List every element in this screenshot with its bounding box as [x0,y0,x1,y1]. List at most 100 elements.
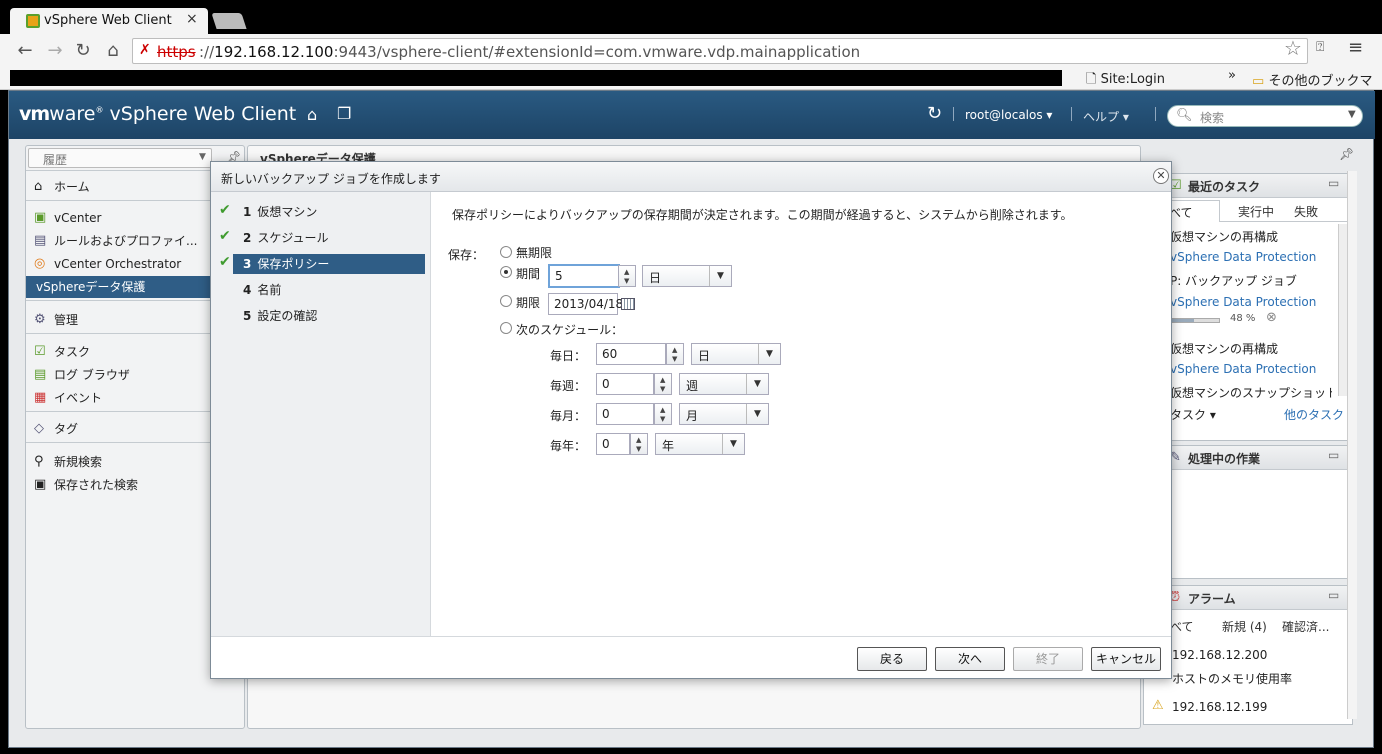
period-value-input[interactable]: 5 [548,264,620,288]
url-text: ://192.168.12.100:9443/vsphere-client/#e… [199,43,860,61]
daily-label: 毎日： [550,349,587,363]
until-label: 期限 [516,296,541,310]
history-dropdown[interactable]: 履歴 ▼ [28,148,212,168]
alarm-tab-new[interactable]: 新規 (4) [1222,618,1267,635]
retention-label: 保存： [448,248,485,262]
url-separator: :// [199,43,215,61]
daily-stepper[interactable]: ▲ ▼ [666,343,684,365]
step-number: 1 [243,205,252,219]
yearly-stepper[interactable]: ▲ ▼ [630,433,648,455]
home-icon[interactable]: ⌂ [307,105,317,124]
wizard-steps: ✔ 1 仮想マシン ✔ 2 スケジュール ✔ 3 保存ポリシー 4 名前 5 設定の確認 [211,192,431,636]
help-menu[interactable]: ヘルプ ▾ [1083,108,1129,125]
more-tasks-link[interactable]: 他のタスク [1284,406,1344,423]
extension-icon[interactable]: ⍰ [1316,39,1324,55]
tab-all[interactable]: べて [1164,200,1220,222]
home-icon[interactable]: ⌂ [102,40,124,62]
period-radio[interactable] [500,266,512,278]
events-icon: ▦ [34,390,47,405]
weekly-stepper[interactable]: ▲ ▼ [654,373,672,395]
step-description: 保存ポリシーによりバックアップの保存期間が決定されます。この期間が経過すると、シ… [452,208,1073,222]
tab-running[interactable]: 実行中 [1238,203,1274,220]
forever-radio[interactable] [500,246,512,258]
back-arrow-icon[interactable]: ← [14,40,36,62]
wizard-step-5[interactable]: 5 設定の確認 [233,306,425,326]
nav-label: イベント [54,391,103,405]
new-tab-button[interactable] [211,13,247,29]
alarm-host[interactable]: 192.168.12.199 [1172,700,1267,714]
tab-failed[interactable]: 失敗 [1294,203,1318,220]
yearly-value-input[interactable]: 0 [596,433,630,455]
bookmarks-overflow[interactable]: » [1228,68,1236,83]
wizard-step-2[interactable]: 2 スケジュール [233,228,425,248]
daily-unit-select[interactable]: 日 ▼ [691,343,781,365]
bookmark-star-icon[interactable]: ☆ [1284,36,1302,60]
weekly-unit-select[interactable]: 週 ▼ [679,373,769,395]
home-icon: ⌂ [34,179,43,194]
pin-icon[interactable]: 📌︎ [1339,147,1354,161]
task-target-link[interactable]: vSphere Data Protection [1170,250,1316,264]
period-unit-select[interactable]: 日 ▼ [642,265,732,287]
wizard-step-1[interactable]: 1 仮想マシン [233,202,425,222]
browser-tab[interactable]: vSphere Web Client × [10,8,208,36]
alarm-tab-all[interactable]: べて [1170,618,1194,635]
step-number: 5 [243,309,252,323]
reload-icon[interactable]: ↻ [72,40,94,62]
task-name: 仮想マシンのスナップショットの作 [1170,386,1332,400]
minimize-icon[interactable]: ▭ [1328,448,1339,462]
panel-header: ⏰︎ アラーム ▭ [1144,586,1352,610]
wizard-step-3[interactable]: 3 保存ポリシー [233,254,425,274]
url-scheme: https [157,43,196,61]
finish-button[interactable]: 終了 [1013,647,1083,671]
wizard-step-4[interactable]: 4 名前 [233,280,425,300]
chevron-down-icon: ▼ [722,434,744,454]
address-bar[interactable]: ✗ https ://192.168.12.100:9443/vsphere-c… [132,38,1308,64]
chevron-down-icon: ▼ [758,344,780,364]
daily-value-input[interactable]: 60 [596,343,666,365]
forward-arrow-icon[interactable]: → [44,40,66,62]
next-button[interactable]: 次へ [935,647,1005,671]
orchestrator-icon: ◎ [34,256,46,271]
minimize-icon[interactable]: ▭ [1328,176,1339,190]
nav-label: vSphereデータ保護 [36,280,146,294]
back-button[interactable]: 戻る [857,647,927,671]
until-radio[interactable] [500,295,512,307]
tab-close-icon[interactable]: × [186,11,198,27]
cancel-button[interactable]: キャンセル [1091,647,1161,671]
chevron-down-icon[interactable]: ▼ [1348,109,1356,120]
panel-header: ☑ 最近のタスク ▭ [1144,174,1352,198]
task-tabs: べて 実行中 失敗 [1144,200,1352,222]
cancel-task-icon[interactable]: ⊗ [1266,310,1277,325]
my-tasks-menu[interactable]: タスク ▾ [1170,406,1216,423]
until-date-input[interactable]: 2013/04/18 [548,293,623,315]
alarm-tab-ack[interactable]: 確認済... [1282,618,1329,635]
schedule-radio[interactable] [500,322,512,334]
task-name: 仮想マシンの再構成 [1170,230,1279,244]
refresh-icon[interactable]: ↻ [927,103,942,124]
period-stepper[interactable]: ▲ ▼ [618,265,636,287]
minimize-icon[interactable]: ▭ [1328,588,1339,602]
browser-menu-icon[interactable]: ≡ [1348,37,1363,58]
global-search-input[interactable]: 🔍︎ 検索 ▼ [1167,105,1363,127]
weekly-value-input[interactable]: 0 [596,373,654,395]
chevron-down-icon: ▼ [746,374,768,394]
alarm-host[interactable]: 192.168.12.200 [1172,648,1267,662]
calendar-icon[interactable] [621,298,635,310]
step-label: スケジュール [257,231,329,245]
bookmark-site-login[interactable]: 🗋 Site:Login [1086,70,1165,92]
yearly-unit-select[interactable]: 年 ▼ [655,433,745,455]
page-scrollbar[interactable] [1347,171,1357,719]
user-menu[interactable]: root@localos ▾ [965,108,1052,122]
monthly-value-input[interactable]: 0 [596,403,654,425]
monthly-unit-select[interactable]: 月 ▼ [679,403,769,425]
check-icon: ✔ [219,228,231,244]
search-icon: 🔍︎ [1176,108,1193,123]
close-icon[interactable]: ✕ [1153,168,1169,184]
monthly-stepper[interactable]: ▲ ▼ [654,403,672,425]
dialog-titlebar: 新しいバックアップ ジョブを作成します ✕ [211,162,1171,192]
task-target-link[interactable]: vSphere Data Protection [1170,362,1316,376]
task-target-link[interactable]: vSphere Data Protection [1170,295,1316,309]
browser-toolbar: ← → ↻ ⌂ ✗ https ://192.168.12.100:9443/v… [0,34,1382,68]
dialog-title: 新しいバックアップ ジョブを作成します [221,172,441,186]
new-window-icon[interactable]: ❐ [337,104,351,123]
